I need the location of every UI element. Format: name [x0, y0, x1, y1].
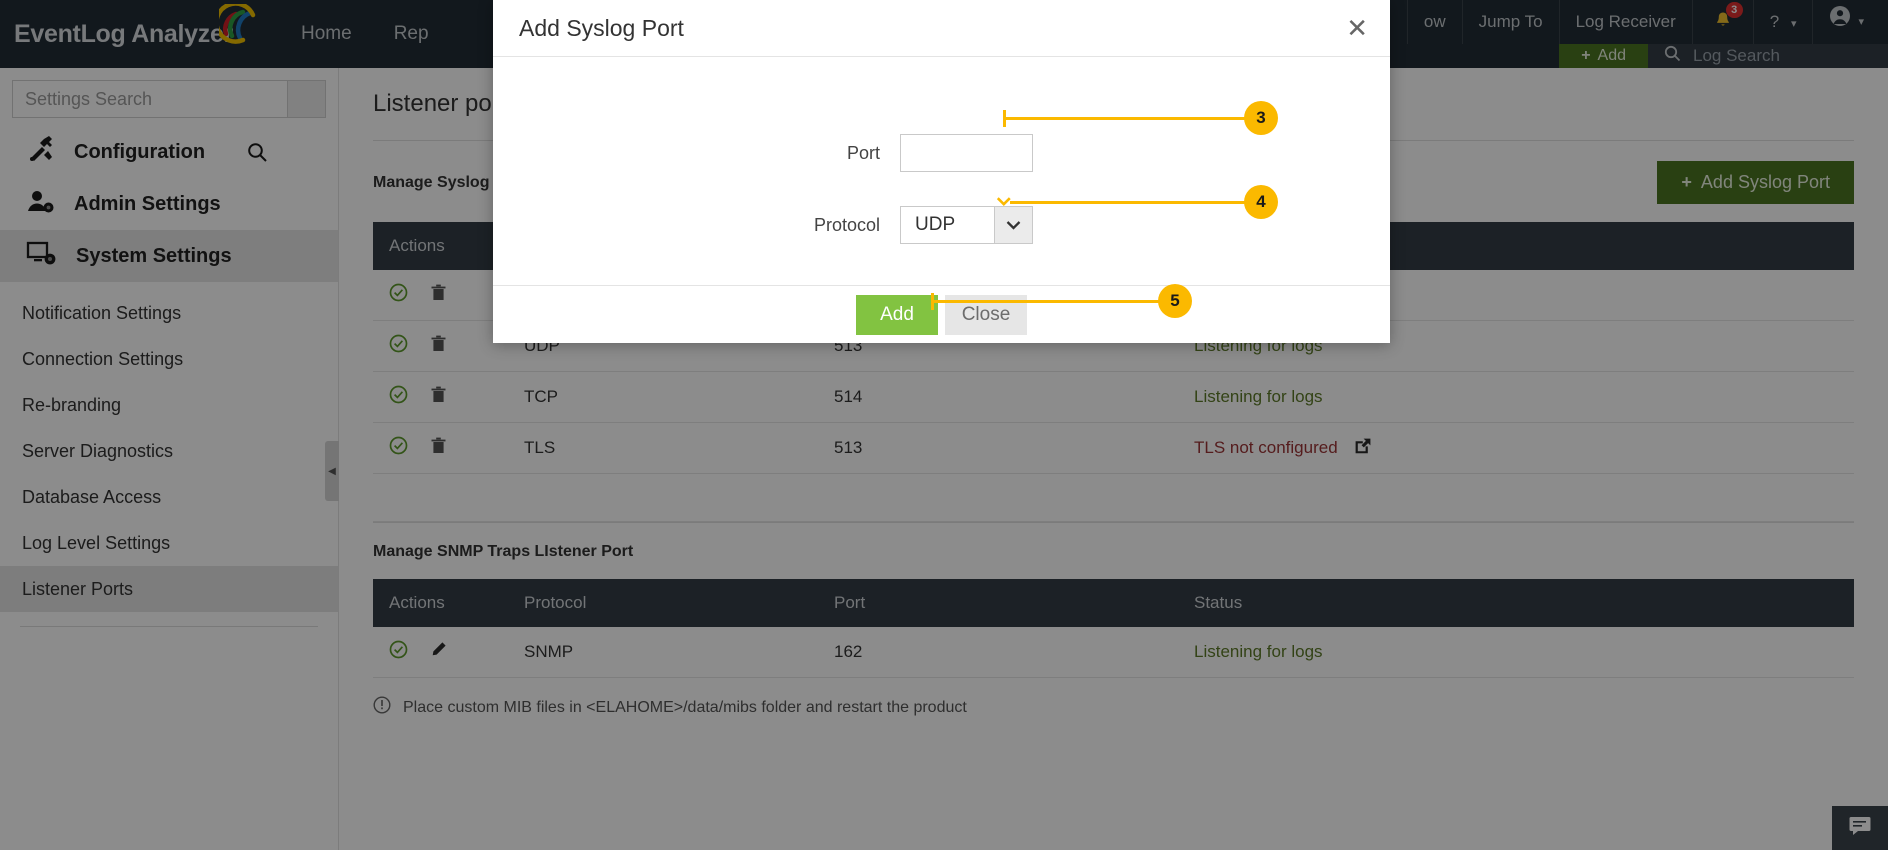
- annotation-4-arrow: [996, 196, 1012, 214]
- app-root: EventLog Analyzer Home Rep ow Jump To: [0, 0, 1888, 850]
- annotation-4-line: [1010, 201, 1262, 204]
- annotation-3-line: [1003, 117, 1261, 120]
- annotation-layer: 3 4 5: [0, 0, 1888, 850]
- annotation-marker-3: 3: [1244, 101, 1278, 135]
- annotation-marker-5: 5: [1158, 284, 1192, 318]
- annotation-5-line: [931, 300, 1176, 303]
- annotation-marker-4: 4: [1244, 185, 1278, 219]
